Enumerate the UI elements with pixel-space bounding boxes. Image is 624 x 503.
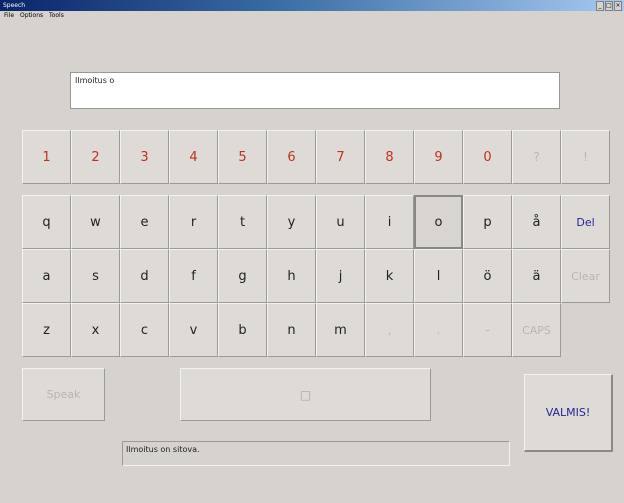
key-hyphen[interactable]: - [463, 303, 512, 357]
key-n[interactable]: n [267, 303, 316, 357]
menu-options[interactable]: Options [20, 12, 43, 19]
key-i[interactable]: i [365, 195, 414, 249]
key-6[interactable]: 6 [267, 130, 316, 184]
key-f[interactable]: f [169, 249, 218, 303]
key-a-ring[interactable]: å [512, 195, 561, 249]
key-o-umlaut[interactable]: ö [463, 249, 512, 303]
key-2[interactable]: 2 [71, 130, 120, 184]
caps-button[interactable]: CAPS [512, 303, 561, 357]
key-v[interactable]: v [169, 303, 218, 357]
close-button[interactable]: × [614, 1, 622, 11]
space-button[interactable]: □ [180, 368, 431, 421]
window-title: Speech [3, 2, 26, 9]
menu-tools[interactable]: Tools [49, 12, 64, 19]
key-d[interactable]: d [120, 249, 169, 303]
key-9[interactable]: 9 [414, 130, 463, 184]
key-z[interactable]: z [22, 303, 71, 357]
key-o[interactable]: o [414, 195, 463, 249]
key-1[interactable]: 1 [22, 130, 71, 184]
minimize-button[interactable]: _ [596, 1, 604, 11]
text-input[interactable]: Ilmoitus o [70, 72, 560, 109]
key-8[interactable]: 8 [365, 130, 414, 184]
key-y[interactable]: y [267, 195, 316, 249]
key-k[interactable]: k [365, 249, 414, 303]
clear-button[interactable]: Clear [561, 249, 610, 303]
key-l[interactable]: l [414, 249, 463, 303]
key-a[interactable]: a [22, 249, 71, 303]
key-r[interactable]: r [169, 195, 218, 249]
key-m[interactable]: m [316, 303, 365, 357]
key-c[interactable]: c [120, 303, 169, 357]
key-q[interactable]: q [22, 195, 71, 249]
key-comma[interactable]: , [365, 303, 414, 357]
key-period[interactable]: . [414, 303, 463, 357]
key-g[interactable]: g [218, 249, 267, 303]
maximize-button[interactable]: □ [605, 1, 613, 11]
key-exclamation[interactable]: ! [561, 130, 610, 184]
key-h[interactable]: h [267, 249, 316, 303]
key-7[interactable]: 7 [316, 130, 365, 184]
key-j[interactable]: j [316, 249, 365, 303]
key-p[interactable]: p [463, 195, 512, 249]
key-4[interactable]: 4 [169, 130, 218, 184]
title-bar: Speech _ □ × [0, 0, 624, 11]
menu-file[interactable]: File [4, 12, 14, 19]
done-button[interactable]: VALMIS! [524, 374, 613, 452]
key-e[interactable]: e [120, 195, 169, 249]
key-question[interactable]: ? [512, 130, 561, 184]
key-t[interactable]: t [218, 195, 267, 249]
key-a-umlaut[interactable]: ä [512, 249, 561, 303]
key-5[interactable]: 5 [218, 130, 267, 184]
key-w[interactable]: w [71, 195, 120, 249]
key-x[interactable]: x [71, 303, 120, 357]
key-s[interactable]: s [71, 249, 120, 303]
speak-button[interactable]: Speak [22, 368, 105, 421]
status-text: Ilmoitus on sitova. [122, 441, 510, 466]
delete-button[interactable]: Del [561, 195, 610, 249]
key-0[interactable]: 0 [463, 130, 512, 184]
menu-bar: File Options Tools [0, 11, 624, 21]
key-3[interactable]: 3 [120, 130, 169, 184]
key-u[interactable]: u [316, 195, 365, 249]
key-b[interactable]: b [218, 303, 267, 357]
